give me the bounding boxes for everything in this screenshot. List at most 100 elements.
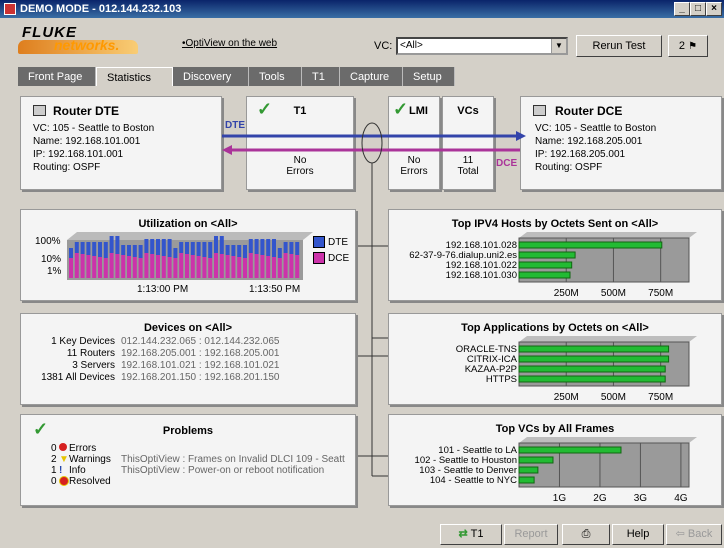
dce-util-bar <box>80 254 85 278</box>
bar[interactable] <box>518 345 670 353</box>
dte-util-bar <box>254 239 259 254</box>
dte-util-bar <box>214 236 218 253</box>
x-tick-label: 2G <box>593 493 607 504</box>
tab-t1[interactable]: T1 <box>302 67 340 87</box>
x-tick-label: 500M <box>601 288 626 299</box>
dce-util-bar <box>115 254 120 278</box>
devices-title: Devices on <All> <box>143 322 233 334</box>
vc-select[interactable]: <All> ▼ <box>396 37 568 55</box>
dce-util-bar <box>179 253 184 278</box>
dce-util-bar <box>196 256 201 278</box>
bar[interactable] <box>518 261 573 269</box>
bar[interactable] <box>518 476 535 484</box>
device-address-range[interactable]: 192.168.201.150 : 192.168.201.150 <box>121 372 279 384</box>
report-button[interactable]: Report <box>504 524 558 545</box>
problems-title: Problems <box>162 425 214 437</box>
t1-button[interactable]: ⇄ T1 <box>440 524 502 545</box>
dce-util-bar <box>156 255 160 278</box>
bar[interactable] <box>518 375 666 383</box>
problem-label[interactable]: Resolved <box>69 476 111 488</box>
help-button[interactable]: Help <box>612 524 664 545</box>
chevron-down-icon[interactable]: ▼ <box>551 39 566 53</box>
vc-select-value: <All> <box>400 40 423 51</box>
problems-panel[interactable]: ✓ Problems 0 Errors 2 ▼ Warnings ThisOptiView… <box>20 414 356 506</box>
legend-swatch-dte <box>313 236 325 248</box>
dte-util-bar <box>260 239 265 255</box>
window-titlebar: DEMO MODE - 012.144.232.103 _ □ × <box>0 0 724 18</box>
dte-util-bar <box>144 239 149 253</box>
bar[interactable] <box>518 456 554 464</box>
dce-util-bar <box>161 256 166 278</box>
bar[interactable] <box>518 446 622 454</box>
dce-util-bar <box>86 255 91 278</box>
dte-util-bar <box>150 239 155 254</box>
maximize-button[interactable]: □ <box>690 2 706 16</box>
device-count-label: 1381 All Devices <box>41 372 115 383</box>
problem-detail[interactable]: ThisOptiView : Power-on or reboot notifi… <box>121 465 324 477</box>
bar[interactable] <box>518 365 666 373</box>
dte-util-bar <box>138 245 143 258</box>
dce-util-bar <box>185 254 189 278</box>
legend-swatch-dce <box>313 252 325 264</box>
x-tick-label: 500M <box>601 392 626 403</box>
top-hosts-panel[interactable]: Top IPV4 Hosts by Octets Sent on <All> 2… <box>388 209 722 301</box>
device-address-range[interactable]: 192.168.101.021 : 192.168.101.021 <box>121 360 279 372</box>
tab-front-page[interactable]: Front Page <box>18 67 96 87</box>
dte-util-bar <box>185 242 189 254</box>
dte-util-bar <box>237 245 242 257</box>
bar[interactable] <box>518 251 576 259</box>
dce-util-bar <box>219 254 224 278</box>
top-apps-panel[interactable]: Top Applications by Octets on <All> 250M… <box>388 313 722 405</box>
util-ylabel-10: 10% <box>41 254 62 265</box>
dce-arrow-icon <box>222 145 232 155</box>
back-arrow-icon: ⇦ <box>675 528 685 540</box>
print-button[interactable]: ⎙ <box>562 524 610 545</box>
device-address-range[interactable]: 012.144.232.065 : 012.144.232.065 <box>121 336 279 348</box>
util-xlabel-0: 1:13:00 PM <box>137 284 189 295</box>
tab-discovery[interactable]: Discovery <box>173 67 249 87</box>
tab-setup[interactable]: Setup <box>403 67 455 87</box>
bar[interactable] <box>518 241 663 249</box>
dce-util-bar <box>237 257 242 278</box>
dte-util-bar <box>132 245 137 257</box>
device-address-range[interactable]: 192.168.205.001 : 192.168.205.001 <box>121 348 279 360</box>
dte-util-bar <box>179 242 184 253</box>
tab-tools[interactable]: Tools <box>249 67 302 87</box>
alarm-icon: ⚑ <box>688 41 698 52</box>
app-header: FLUKE networks. OptiView on the web VC: … <box>0 18 724 62</box>
optiview-web-link[interactable]: OptiView on the web <box>182 38 278 49</box>
top-vcs-panel[interactable]: Top VCs by All Frames 1G 2G 3G 4G 101 - Seat… <box>388 414 722 506</box>
bar[interactable] <box>518 271 571 279</box>
dce-util-bar <box>127 256 131 278</box>
devices-panel[interactable]: Devices on <All> 1 Key Devices 012.144.23… <box>20 313 356 405</box>
rerun-test-button[interactable]: Rerun Test <box>576 35 662 57</box>
close-button[interactable]: × <box>706 2 722 16</box>
swap-arrows-icon: ⇄ <box>458 528 468 540</box>
dce-util-bar <box>98 257 102 278</box>
dte-util-bar <box>115 236 120 254</box>
utilization-panel[interactable]: Utilization on <All> 100% 10% 1% DTE DCE… <box>20 209 356 301</box>
dce-util-bar <box>254 254 259 278</box>
alerts-button[interactable]: 2 ⚑ <box>668 35 708 57</box>
dte-util-bar <box>272 239 276 257</box>
back-button[interactable]: ⇦ Back <box>666 524 722 545</box>
dce-util-bar <box>283 253 288 278</box>
bar[interactable] <box>518 355 670 363</box>
minimize-button[interactable]: _ <box>674 2 690 16</box>
dte-util-bar <box>266 239 271 256</box>
util-ylabel-1: 1% <box>47 266 62 277</box>
util-legend: DTE DCE <box>313 236 349 264</box>
dte-util-bar <box>161 239 166 256</box>
bar[interactable] <box>518 466 539 474</box>
tab-statistics[interactable]: Statistics <box>96 67 173 87</box>
util-ylabel-100: 100% <box>35 236 61 247</box>
tab-capture[interactable]: Capture <box>340 67 403 87</box>
dce-util-bar <box>144 253 149 278</box>
dce-util-bar <box>173 258 178 278</box>
window-title: DEMO MODE - 012.144.232.103 <box>20 3 182 15</box>
dte-util-bar <box>109 236 114 253</box>
dce-util-bar <box>248 253 253 278</box>
problem-count: 0 <box>51 476 57 487</box>
printer-icon: ⎙ <box>581 528 591 540</box>
dte-util-bar <box>202 242 207 257</box>
